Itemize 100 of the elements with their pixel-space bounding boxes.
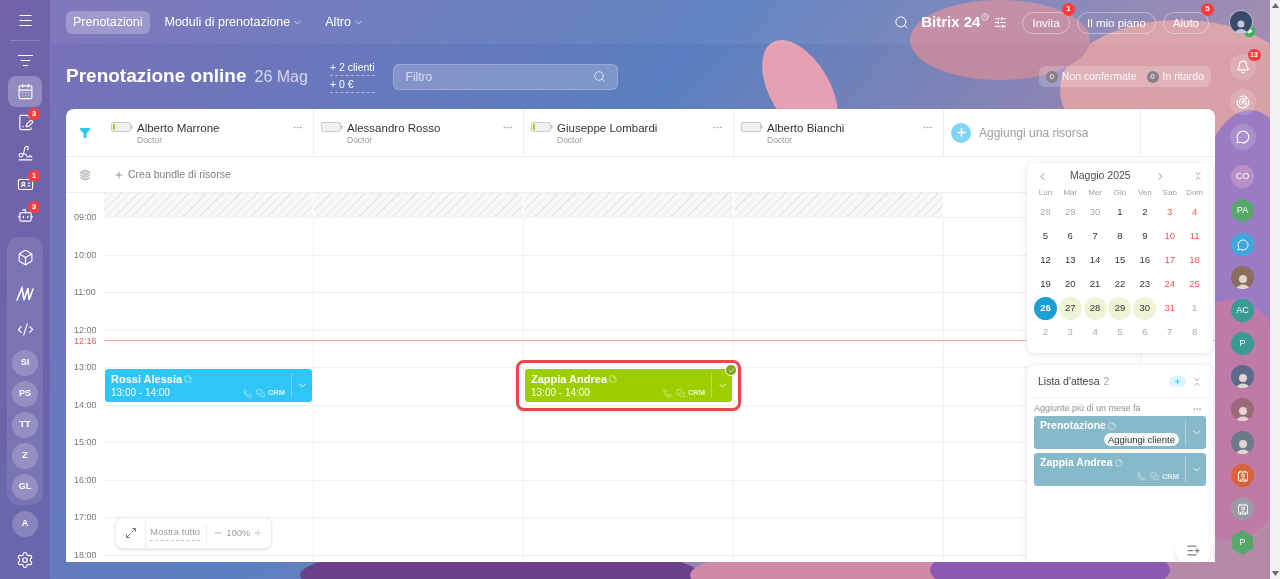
calendar-day[interactable]: 7	[1083, 224, 1107, 248]
scroll-up-icon[interactable]	[1271, 3, 1279, 8]
calendar-day[interactable]: 31	[1158, 296, 1182, 320]
funnel-icon	[16, 52, 34, 69]
stat-link[interactable]: + 0 €	[329, 77, 375, 93]
calendar-day[interactable]: 9	[1133, 224, 1157, 248]
stat-link[interactable]: + 2 clienti	[329, 60, 375, 76]
calendar-day[interactable]: 13	[1058, 248, 1082, 272]
calendar-day[interactable]: 6	[1058, 224, 1082, 248]
sidebar-item[interactable]: 1	[8, 169, 42, 200]
calendar-day[interactable]: 22	[1108, 272, 1132, 296]
calendar-day[interactable]: 29	[1108, 296, 1132, 320]
calendar-day[interactable]: 7	[1158, 320, 1182, 344]
battery-icon	[111, 122, 131, 132]
calendar-day[interactable]: 8	[1108, 224, 1132, 248]
collapse-icon[interactable]	[1192, 376, 1202, 387]
messages-button[interactable]	[1229, 124, 1256, 150]
calendar-day[interactable]: 2	[1033, 320, 1057, 344]
user-avatar[interactable]: A	[12, 511, 38, 537]
chat-icon[interactable]	[1149, 472, 1159, 482]
weekday-label: Mer	[1087, 187, 1103, 199]
phone-icon[interactable]	[662, 388, 672, 398]
calendar-day[interactable]: 21	[1083, 272, 1107, 296]
layers-icon[interactable]	[79, 168, 91, 181]
calendar-day[interactable]: 26	[1033, 296, 1057, 320]
booking-time: 13:00 - 14:00	[531, 386, 590, 400]
create-bundle-button[interactable]: Crea bundle di risorse	[114, 157, 231, 192]
nav-tab[interactable]: Prenotazioni	[66, 10, 150, 34]
calendar-day[interactable]: 2	[1133, 200, 1157, 224]
calendar-day[interactable]: 23	[1133, 272, 1157, 296]
show-all-link[interactable]: Mostra tutto	[150, 525, 201, 541]
resource-name: Giuseppe Lombardi	[557, 121, 659, 135]
sidebar-item[interactable]	[8, 76, 42, 107]
add-icon[interactable]	[951, 122, 971, 143]
sidebar-item[interactable]: 3	[8, 107, 42, 138]
activity-button[interactable]	[1229, 89, 1256, 115]
stripes-logo-icon[interactable]	[16, 285, 34, 302]
calendar-day[interactable]: 5	[1108, 320, 1132, 344]
filter-icon[interactable]	[79, 126, 91, 139]
resource-role: Doctor	[347, 135, 374, 146]
chat-icon[interactable]	[255, 388, 265, 398]
plus-icon	[114, 169, 124, 180]
scrollbar[interactable]	[1270, 0, 1280, 579]
calendar-day[interactable]: 15	[1108, 248, 1132, 272]
zoom-in-icon[interactable]	[253, 528, 264, 538]
calendar-day[interactable]: 16	[1133, 248, 1157, 272]
search-icon[interactable]	[894, 14, 910, 30]
calendar-day[interactable]: 28	[1083, 296, 1107, 320]
add-client-button[interactable]: Aggiungi cliente	[1103, 433, 1179, 447]
settings-icon[interactable]	[16, 551, 34, 569]
calendar-day[interactable]: 17	[1158, 248, 1182, 272]
calendar-day[interactable]: 30	[1083, 200, 1107, 224]
resource-name: Alberto Bianchi	[767, 121, 846, 135]
calendar-day[interactable]: 5	[1033, 224, 1057, 248]
user-avatar[interactable]: SI	[12, 350, 38, 376]
calendar-day[interactable]: 24	[1158, 272, 1182, 296]
calendar-day[interactable]: 29	[1058, 200, 1082, 224]
calendar-day[interactable]: 18	[1183, 248, 1207, 272]
user-avatar[interactable]: TT	[12, 412, 38, 438]
expand-icon[interactable]	[124, 527, 137, 539]
calendar-day[interactable]: 10	[1158, 224, 1182, 248]
notifications-button[interactable]	[1229, 54, 1256, 80]
calendar-day[interactable]: 4	[1083, 320, 1107, 344]
calendar-day[interactable]: 20	[1058, 272, 1082, 296]
calendar-day[interactable]: 4	[1183, 200, 1207, 224]
calendar-day[interactable]: 3	[1158, 200, 1182, 224]
phone-icon[interactable]	[242, 388, 252, 398]
sidebar-item[interactable]: 3	[8, 200, 42, 231]
chat-icon[interactable]	[675, 388, 685, 398]
booking-client: Rossi Alessia	[111, 372, 183, 386]
waitlist-item[interactable]: Prenotazione Aggiungi cliente	[1034, 416, 1206, 450]
sliders-icon[interactable]	[994, 15, 1008, 29]
calendar-day[interactable]: 28	[1033, 200, 1057, 224]
phone-icon[interactable]	[1136, 472, 1146, 482]
calendar-day[interactable]: 14	[1083, 248, 1107, 272]
nav-tab[interactable]: Moduli di prenotazione	[157, 10, 311, 34]
calendar-day[interactable]: 8	[1183, 320, 1207, 344]
contact-card-icon	[1236, 469, 1249, 482]
counter-label[interactable]: Non confermate	[1061, 68, 1137, 85]
user-avatar[interactable]: GL	[12, 474, 38, 500]
calendar-day[interactable]: 11	[1183, 224, 1207, 248]
user-avatar[interactable]: Z	[12, 443, 38, 469]
add-resource-link[interactable]: Aggiungi una risorsa	[979, 123, 1089, 142]
search-icon[interactable]	[592, 69, 606, 83]
add-button[interactable]	[1169, 376, 1186, 388]
calendar-day[interactable]: 27	[1058, 296, 1082, 320]
calendar-day[interactable]: 12	[1033, 248, 1057, 272]
robot-icon	[16, 207, 34, 224]
calendar-day[interactable]: 1	[1108, 200, 1132, 224]
calendar-day[interactable]: 3	[1058, 320, 1082, 344]
calendar-day[interactable]: 25	[1183, 272, 1207, 296]
collapse-icon[interactable]	[1193, 171, 1203, 181]
calendar-day[interactable]: 19	[1033, 272, 1057, 296]
nav-tab[interactable]: Altro	[318, 10, 371, 34]
calendar-day[interactable]: 1	[1183, 296, 1207, 320]
user-avatar[interactable]: PS	[12, 381, 38, 407]
calendar-day[interactable]: 6	[1133, 320, 1157, 344]
calendar-day[interactable]: 30	[1133, 296, 1157, 320]
scroll-down-icon[interactable]	[1271, 571, 1279, 576]
waitlist-title: Lista d'attesa	[1038, 374, 1100, 389]
